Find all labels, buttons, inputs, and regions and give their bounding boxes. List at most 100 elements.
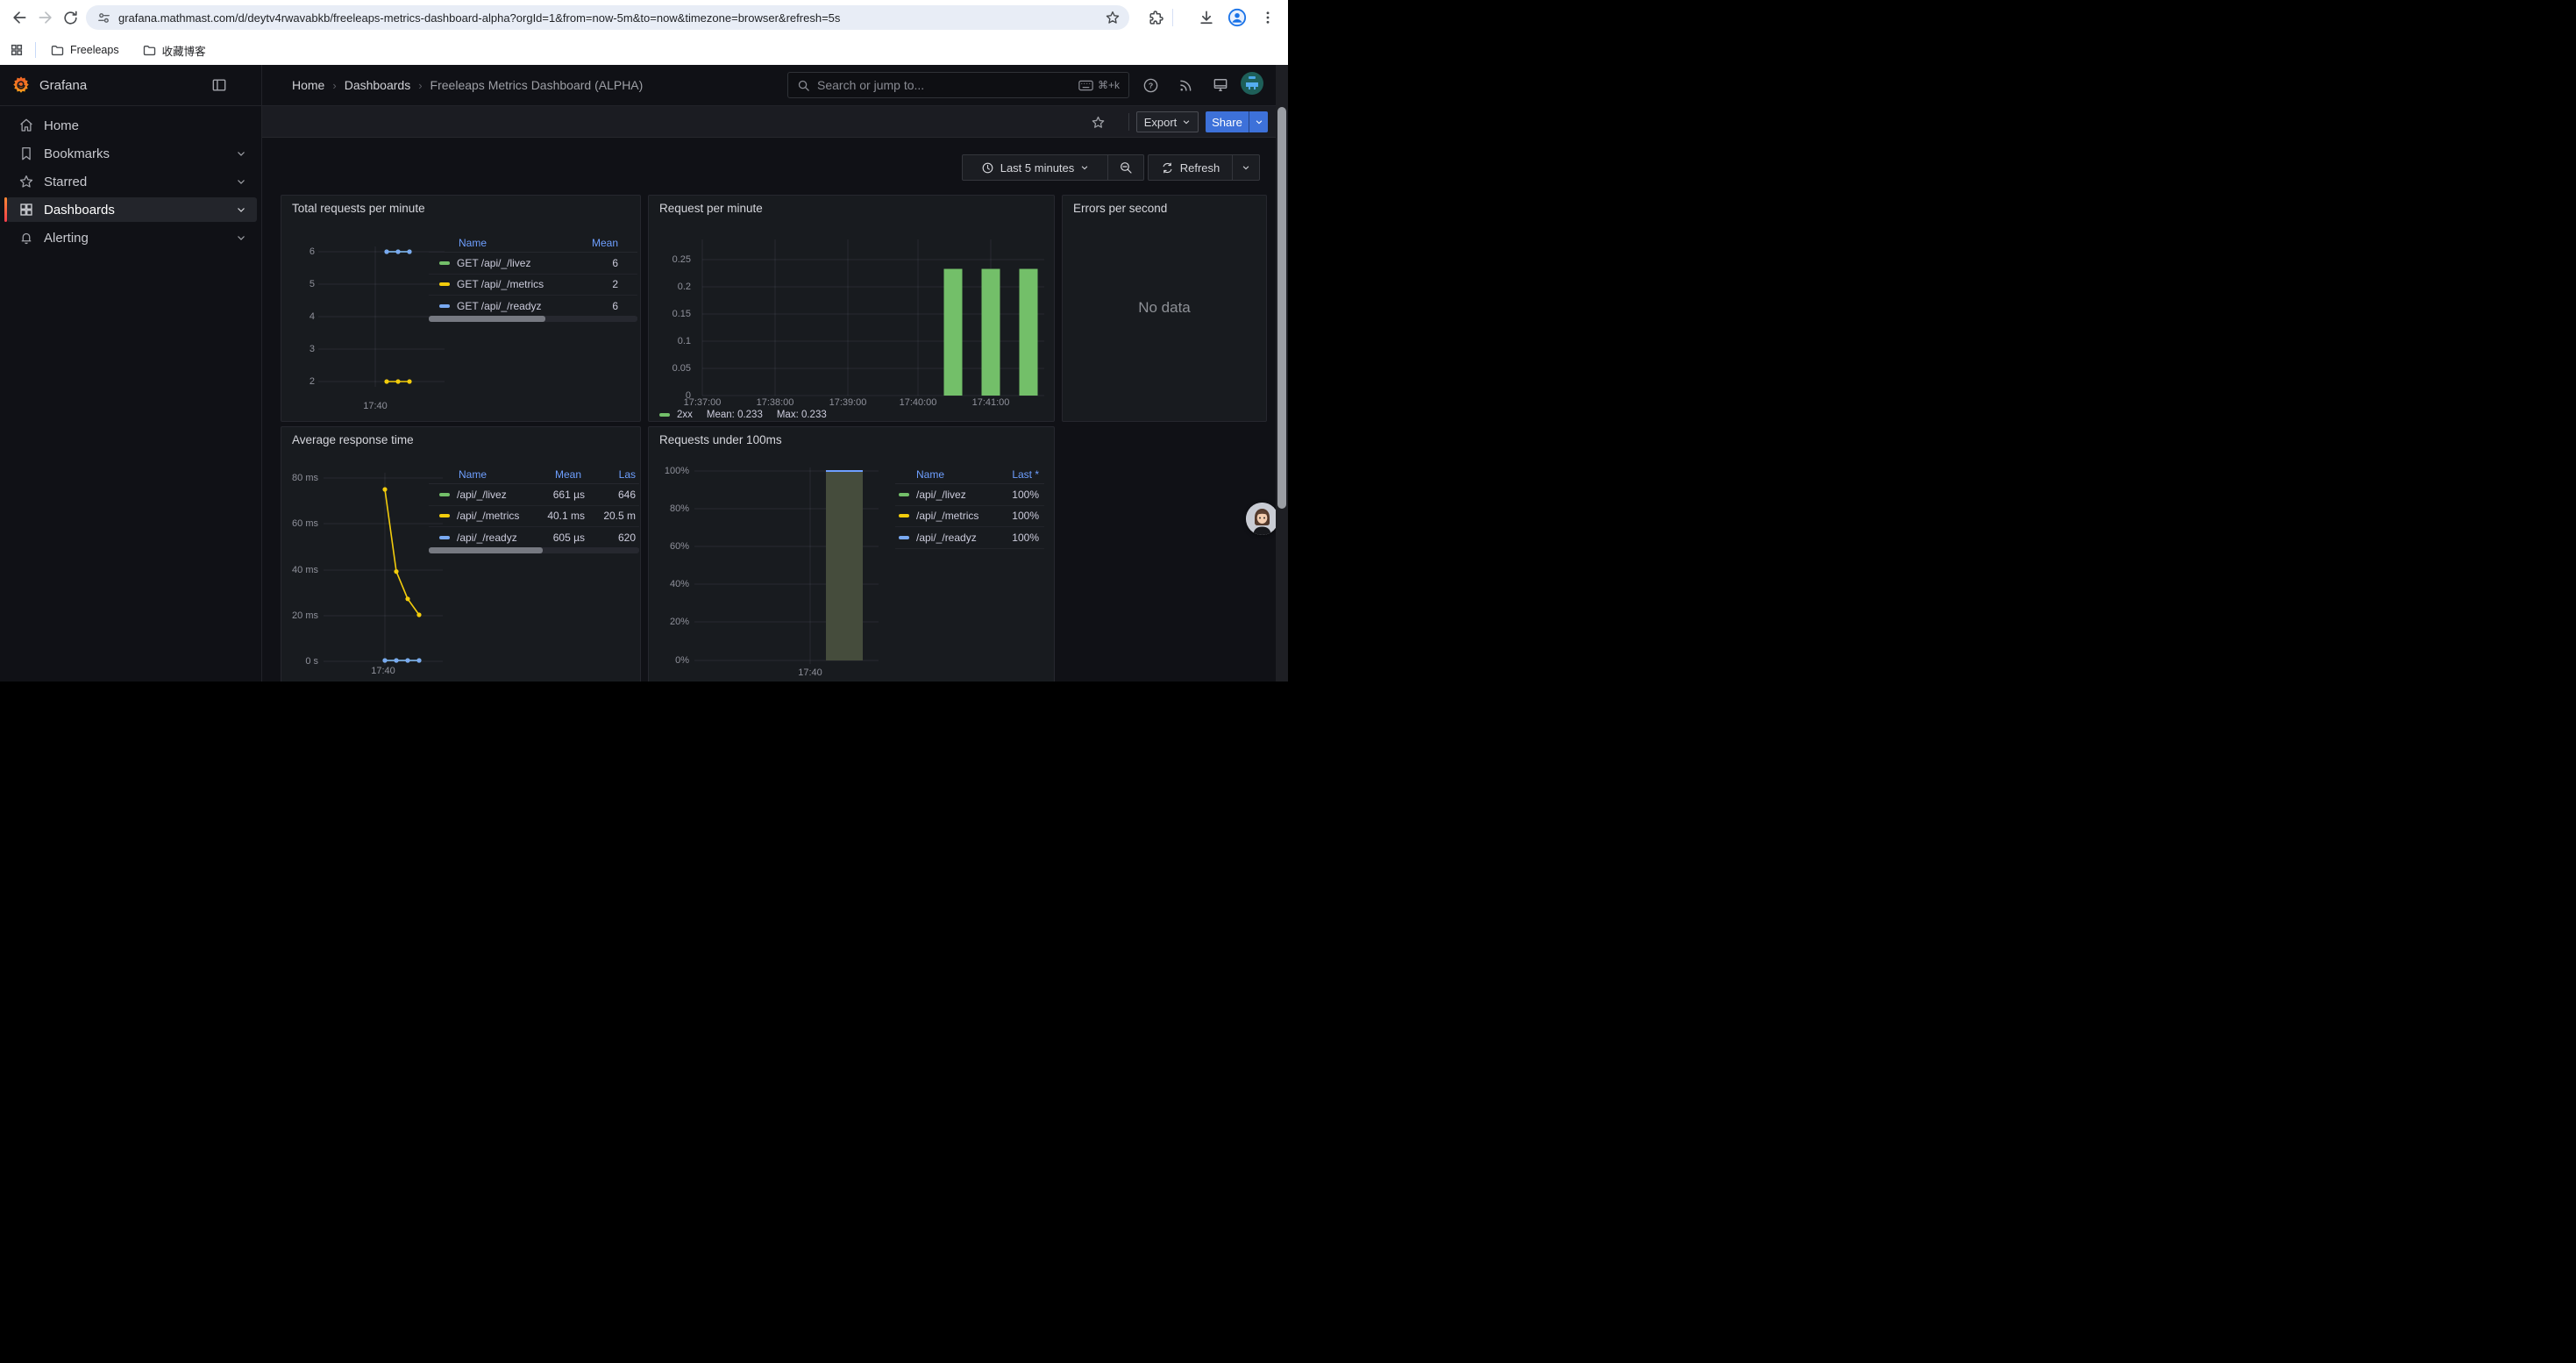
column-mean[interactable]: Mean: [592, 237, 637, 249]
site-settings-icon[interactable]: [96, 11, 111, 25]
legend-series-name: 2xx: [677, 410, 693, 420]
legend-header: Name Mean Las: [429, 466, 639, 484]
y-tick: 60 ms: [285, 517, 318, 530]
series-color-chip: [659, 413, 670, 417]
legend-row[interactable]: /api/_/metrics 100%: [895, 506, 1044, 528]
sidebar-item-alerting[interactable]: Alerting: [4, 225, 257, 250]
legend-row[interactable]: GET /api/_/livez 6: [429, 253, 637, 275]
zoom-out-button[interactable]: [1108, 154, 1144, 181]
sidebar-item-home[interactable]: Home: [4, 113, 257, 138]
downloads-button[interactable]: [1194, 5, 1219, 30]
export-button[interactable]: Export: [1136, 111, 1199, 132]
home-icon: [18, 118, 34, 133]
legend-row[interactable]: /api/_/livez 661 µs 646: [429, 484, 639, 506]
under-100ms-chart[interactable]: [693, 466, 881, 669]
news-button[interactable]: [1173, 73, 1198, 97]
search-shortcut: ⌘+k: [1078, 79, 1120, 91]
favorite-dashboard-button[interactable]: [1091, 115, 1106, 130]
browser-menu-button[interactable]: [1256, 5, 1280, 30]
panel-title[interactable]: Average response time: [292, 433, 414, 446]
y-tick: 80 ms: [285, 472, 318, 484]
legend-row[interactable]: /api/_/metrics 40.1 ms 20.5 m: [429, 506, 639, 528]
breadcrumb-dashboards[interactable]: Dashboards: [345, 78, 411, 92]
user-avatar[interactable]: [1240, 71, 1264, 96]
refresh-interval-button[interactable]: [1232, 154, 1260, 181]
help-button[interactable]: ?: [1138, 73, 1163, 97]
panel-title[interactable]: Total requests per minute: [292, 202, 425, 215]
share-menu-button[interactable]: [1249, 111, 1268, 132]
panel-title[interactable]: Request per minute: [659, 202, 763, 215]
x-tick: 17:40: [784, 667, 836, 679]
dock-sidebar-button[interactable]: [210, 76, 228, 94]
column-mean[interactable]: Mean: [530, 468, 581, 481]
column-name[interactable]: Name: [429, 237, 487, 249]
y-tick: 20%: [654, 616, 689, 628]
chevron-down-icon: [236, 232, 246, 243]
sidebar-item-starred[interactable]: Starred: [4, 169, 257, 194]
rss-icon: [1178, 77, 1194, 94]
chevron-down-icon: [236, 176, 246, 187]
bookmark-star-icon[interactable]: [1105, 10, 1121, 25]
sidebar-item-bookmarks[interactable]: Bookmarks: [4, 141, 257, 166]
series-color-chip: [439, 536, 450, 539]
column-last[interactable]: Last *: [995, 468, 1044, 481]
y-tick: 0.15: [656, 308, 691, 320]
bookmark-folder-blogs[interactable]: 收藏博客: [135, 39, 213, 61]
column-name[interactable]: Name: [429, 468, 530, 481]
time-range-picker[interactable]: Last 5 minutes: [962, 154, 1108, 181]
dock-sidebar-icon: [210, 76, 228, 94]
legend-row[interactable]: GET /api/_/metrics 2: [429, 275, 637, 296]
reload-button[interactable]: [58, 5, 82, 30]
refresh-icon: [1161, 161, 1174, 175]
reload-icon: [62, 10, 79, 26]
bell-icon: [18, 230, 34, 246]
legend-row[interactable]: /api/_/readyz 605 µs 620: [429, 527, 639, 549]
table-scrollbar[interactable]: [429, 316, 637, 322]
sidebar-item-dashboards[interactable]: Dashboards: [7, 197, 257, 222]
breadcrumb-separator: ›: [418, 79, 422, 92]
clock-icon: [981, 161, 994, 175]
legend-row[interactable]: GET /api/_/readyz 6: [429, 296, 637, 318]
chart-legend[interactable]: 2xx Mean: 0.233 Max: 0.233: [659, 410, 827, 420]
table-scrollbar[interactable]: [429, 547, 639, 553]
time-controls: Last 5 minutes: [962, 154, 1144, 181]
refresh-button[interactable]: Refresh: [1148, 154, 1233, 181]
apps-grid-icon: [10, 43, 24, 57]
request-per-minute-chart[interactable]: [698, 238, 1049, 398]
browser-scrollbar[interactable]: [1276, 65, 1288, 682]
search-input[interactable]: Search or jump to... ⌘+k: [787, 72, 1129, 98]
assistant-avatar-icon: [1246, 503, 1278, 535]
y-tick: 40 ms: [285, 564, 318, 576]
download-icon: [1198, 9, 1215, 26]
chevron-down-icon: [1182, 118, 1191, 126]
profile-button[interactable]: [1225, 5, 1249, 30]
legend-max: Max: 0.233: [777, 410, 827, 420]
bookmark-folder-freeleaps[interactable]: Freeleaps: [43, 40, 126, 61]
scrollbar-thumb[interactable]: [1277, 107, 1286, 509]
dashboard-header: [262, 106, 1288, 138]
panel-title[interactable]: Requests under 100ms: [659, 433, 782, 446]
svg-text:?: ?: [1148, 81, 1152, 89]
bookmarks-bar: Freeleaps 收藏博客: [0, 35, 1288, 66]
grafana-logo[interactable]: [11, 75, 31, 95]
apps-button[interactable]: [5, 39, 28, 61]
url-bar[interactable]: grafana.mathmast.com/d/deytv4rwavabkb/fr…: [86, 5, 1129, 30]
x-tick: 17:37:00: [672, 396, 733, 409]
toolbar-divider: [1172, 9, 1173, 26]
back-button[interactable]: [7, 5, 32, 30]
forward-arrow-icon: [37, 9, 54, 26]
folder-icon: [50, 43, 65, 58]
extensions-button[interactable]: [1143, 5, 1168, 30]
column-name[interactable]: Name: [895, 468, 995, 481]
assistant-avatar-widget[interactable]: [1246, 503, 1278, 535]
url-text[interactable]: grafana.mathmast.com/d/deytv4rwavabkb/fr…: [118, 11, 1105, 25]
display-button[interactable]: [1208, 73, 1233, 97]
legend-row[interactable]: /api/_/livez 100%: [895, 484, 1044, 506]
share-button[interactable]: Share: [1206, 111, 1249, 132]
column-last[interactable]: Las: [581, 468, 639, 481]
avg-response-chart[interactable]: [322, 471, 445, 674]
legend-row[interactable]: /api/_/readyz 100%: [895, 527, 1044, 549]
forward-button[interactable]: [33, 5, 58, 30]
breadcrumb-home[interactable]: Home: [292, 78, 324, 92]
panel-title[interactable]: Errors per second: [1073, 202, 1167, 215]
